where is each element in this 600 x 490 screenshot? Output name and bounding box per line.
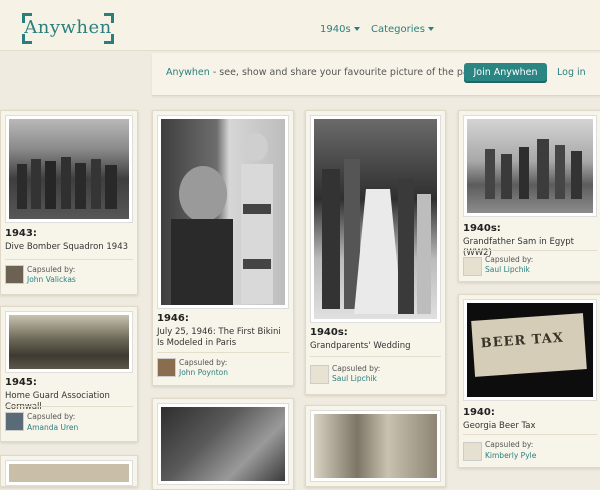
- photo-figures: [17, 157, 117, 209]
- card-user-link[interactable]: John Poynton: [179, 368, 228, 377]
- avatar[interactable]: [5, 412, 24, 431]
- card-year: 1940s:: [310, 327, 348, 338]
- card-photo[interactable]: [5, 115, 133, 223]
- avatar[interactable]: [463, 442, 482, 461]
- card-title[interactable]: Georgia Beer Tax: [463, 421, 597, 432]
- card-year: 1945:: [5, 377, 37, 388]
- captioned-by-label: Capsuled by:: [27, 412, 76, 421]
- join-button[interactable]: Join Anywhen: [464, 63, 547, 83]
- logo[interactable]: Anywhen: [22, 13, 114, 44]
- photo-card[interactable]: [305, 405, 446, 487]
- card-photo[interactable]: BEER TAX: [463, 299, 597, 401]
- card-divider: [463, 250, 597, 251]
- avatar[interactable]: [5, 265, 24, 284]
- card-divider: [463, 434, 597, 435]
- avatar[interactable]: [463, 257, 482, 276]
- card-photo[interactable]: [157, 115, 289, 309]
- card-user-link[interactable]: Saul Lipchik: [332, 374, 377, 383]
- photo-card[interactable]: 1940s: Grandparents' Wedding Capsuled by…: [305, 110, 446, 395]
- nav-categories-dropdown[interactable]: Categories: [371, 24, 434, 35]
- nav-era-label: 1940s: [320, 24, 351, 35]
- top-bar: Anywhen 1940s Categories: [0, 0, 600, 51]
- card-year: 1943:: [5, 228, 37, 239]
- card-photo[interactable]: [5, 311, 133, 373]
- welcome-banner: Anywhen - see, show and share your favou…: [152, 53, 600, 96]
- captioned-by-label: Capsuled by:: [27, 265, 76, 274]
- card-divider: [5, 259, 133, 260]
- logo-text: Anywhen: [24, 17, 112, 38]
- card-divider: [5, 406, 133, 407]
- chevron-down-icon: [427, 27, 434, 31]
- card-user-link[interactable]: Saul Lipchik: [485, 265, 530, 274]
- card-year: 1940s:: [463, 223, 501, 234]
- captioned-by-label: Capsuled by:: [485, 440, 534, 449]
- nav-categories-label: Categories: [371, 24, 425, 35]
- photo-figures: [485, 139, 582, 199]
- captioned-by-label: Capsuled by:: [332, 364, 381, 373]
- card-title[interactable]: Grandparents' Wedding: [310, 341, 441, 352]
- photo-card[interactable]: 1945: Home Guard Association Cornwall Ca…: [0, 306, 138, 442]
- tagline: Anywhen - see, show and share your favou…: [166, 67, 480, 78]
- captioned-by-label: Capsuled by:: [485, 255, 534, 264]
- card-title[interactable]: Dive Bomber Squadron 1943: [5, 242, 133, 253]
- photo-figures: [171, 133, 273, 305]
- tagline-text: - see, show and share your favourite pic…: [209, 67, 481, 78]
- nav-era-dropdown[interactable]: 1940s: [320, 24, 360, 35]
- card-year: 1946:: [157, 313, 189, 324]
- beer-tax-stamp-text: BEER TAX: [480, 330, 565, 352]
- card-year: 1940:: [463, 407, 495, 418]
- photo-card[interactable]: [0, 455, 138, 487]
- avatar[interactable]: [157, 358, 176, 377]
- card-photo[interactable]: [157, 403, 289, 485]
- card-photo[interactable]: [5, 460, 133, 486]
- card-user-link[interactable]: Kimberly Pyle: [485, 451, 536, 460]
- card-photo[interactable]: [310, 410, 441, 482]
- photo-figures: [322, 159, 431, 314]
- card-user-link[interactable]: Amanda Uren: [27, 423, 78, 432]
- card-title[interactable]: Home Guard Association Cornwall: [5, 391, 133, 413]
- photo-card[interactable]: 1946: July 25, 1946: The First Bikini Is…: [152, 110, 294, 386]
- card-divider: [310, 356, 441, 357]
- photo-card[interactable]: 1940s: Grandfather Sam in Egypt (WW2) Ca…: [458, 110, 600, 282]
- card-title[interactable]: July 25, 1946: The First Bikini Is Model…: [157, 327, 287, 349]
- beer-tax-stamp: BEER TAX: [471, 313, 587, 377]
- card-photo[interactable]: [463, 115, 597, 217]
- captioned-by-label: Capsuled by:: [179, 358, 228, 367]
- card-user-link[interactable]: John Valickas: [27, 275, 76, 284]
- chevron-down-icon: [353, 27, 360, 31]
- photo-card[interactable]: [152, 398, 294, 490]
- card-photo[interactable]: [310, 115, 441, 323]
- photo-card[interactable]: BEER TAX 1940: Georgia Beer Tax Capsuled…: [458, 294, 600, 468]
- login-link[interactable]: Log in: [557, 67, 586, 78]
- photo-card[interactable]: 1943: Dive Bomber Squadron 1943 Capsuled…: [0, 110, 138, 295]
- card-divider: [157, 352, 289, 353]
- tagline-brand[interactable]: Anywhen: [166, 67, 210, 78]
- avatar[interactable]: [310, 365, 329, 384]
